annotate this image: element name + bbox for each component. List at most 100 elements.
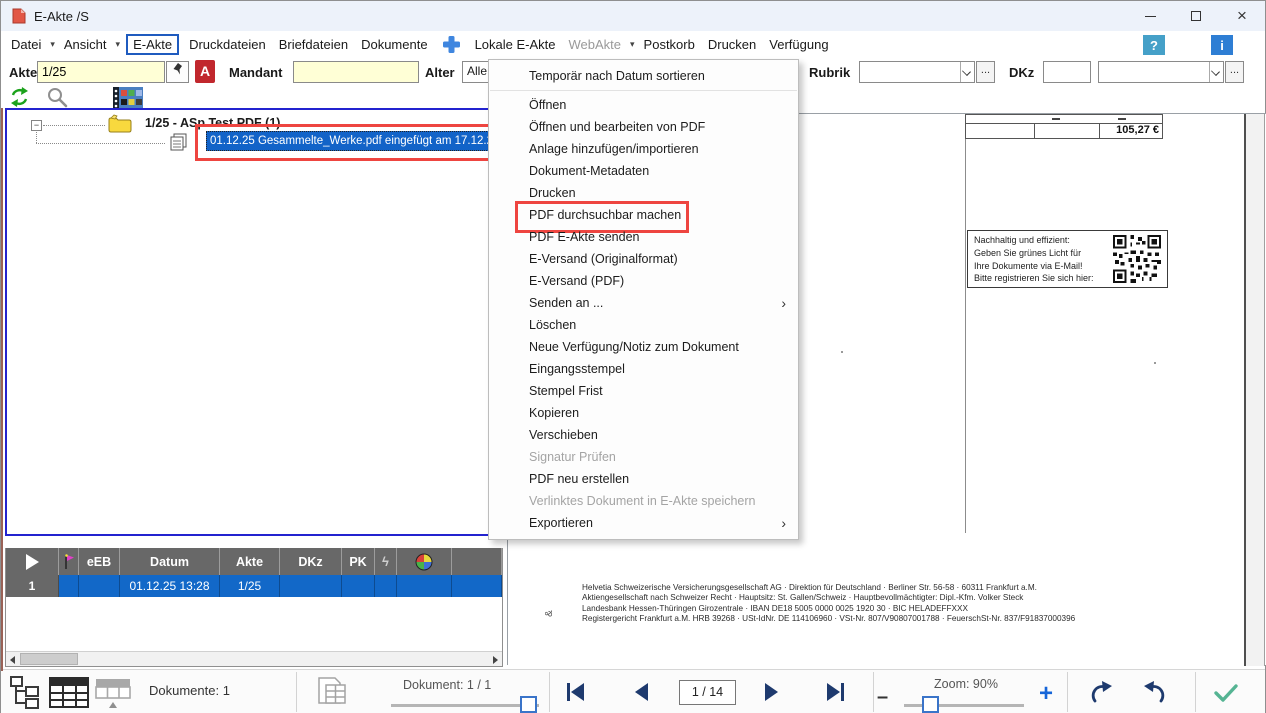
qr-text-line: Nachhaltig und effizient: (974, 234, 1094, 247)
rotate-left-button[interactable] (1141, 681, 1167, 708)
context-menu-item[interactable]: E-Versand (PDF) (489, 270, 798, 292)
page-indicator[interactable]: 1 / 14 (679, 680, 736, 705)
menu-item-lokale-e-akte[interactable]: Lokale E-Akte (475, 37, 556, 52)
zoom-slider-handle[interactable] (922, 696, 939, 713)
context-menu-item[interactable]: Senden an ...› (489, 292, 798, 314)
column-header-dkz[interactable]: DKz (280, 548, 342, 575)
mandant-input[interactable] (293, 61, 419, 83)
table-view-button[interactable] (49, 677, 89, 711)
menu-item-webakte[interactable]: WebAkte (569, 37, 622, 52)
context-menu-item[interactable]: Verschieben (489, 424, 798, 446)
maximize-button[interactable] (1173, 1, 1219, 31)
column-header-datum[interactable]: Datum (120, 548, 220, 575)
table-row[interactable]: 1 01.12.25 13:281/25 (6, 575, 502, 597)
context-menu-item[interactable]: Neue Verfügung/Notiz zum Dokument (489, 336, 798, 358)
collapse-icon[interactable]: − (31, 120, 42, 131)
last-page-button[interactable] (827, 683, 844, 701)
table-cell[interactable] (342, 575, 375, 597)
chevron-down-icon[interactable] (960, 62, 974, 82)
context-menu-item[interactable]: Exportieren› (489, 512, 798, 534)
minimize-button[interactable] (1127, 1, 1173, 31)
column-header[interactable] (6, 548, 59, 575)
table-cell[interactable] (280, 575, 342, 597)
preview-layout-button[interactable] (95, 678, 131, 713)
context-menu-item[interactable]: Kopieren (489, 402, 798, 424)
chevron-down-icon[interactable]: ▾ (630, 39, 635, 50)
pin-button[interactable] (166, 61, 189, 83)
submenu-arrow-icon: › (781, 292, 786, 314)
column-header-akte[interactable]: Akte (220, 548, 280, 575)
chevron-down-icon[interactable]: ▾ (116, 39, 121, 50)
rubrik-more-button[interactable]: ... (976, 61, 995, 83)
column-header-eeb[interactable]: eEB (79, 548, 120, 575)
column-header-pk[interactable]: PK (342, 548, 375, 575)
context-menu-item[interactable]: Anlage hinzufügen/importieren (489, 138, 798, 160)
menu-item-postkorb[interactable]: Postkorb (644, 37, 695, 52)
table-cell[interactable] (397, 575, 452, 597)
zoom-out-button[interactable]: – (877, 686, 888, 709)
first-page-button[interactable] (567, 683, 584, 701)
chevron-down-icon[interactable]: ▾ (50, 39, 55, 50)
column-header[interactable]: ϟ (375, 548, 397, 575)
help-button[interactable]: ? (1143, 35, 1165, 55)
refresh-button[interactable] (9, 87, 30, 110)
table-cell[interactable] (79, 575, 120, 597)
annotation-highlight-box (195, 124, 499, 161)
table-cell[interactable]: 1/25 (220, 575, 280, 597)
column-header[interactable] (452, 548, 502, 575)
context-menu-item[interactable]: E-Versand (Originalformat) (489, 248, 798, 270)
table-cell[interactable]: 1 (6, 575, 59, 597)
context-menu-item[interactable]: Temporär nach Datum sortieren (489, 65, 798, 87)
context-menu-item: Verlinktes Dokument in E-Akte speichern (489, 490, 798, 512)
rotate-right-button[interactable] (1089, 681, 1115, 708)
close-button[interactable]: × (1219, 1, 1265, 31)
context-menu-item[interactable]: Löschen (489, 314, 798, 336)
context-menu-item[interactable]: PDF neu erstellen (489, 468, 798, 490)
dkz-input[interactable] (1043, 61, 1091, 83)
dkz-more-button[interactable]: ... (1225, 61, 1244, 83)
menu-item-drucken[interactable]: Drucken (708, 37, 756, 52)
document-slider[interactable] (391, 704, 539, 707)
context-menu-item[interactable]: Öffnen (489, 94, 798, 116)
menu-item-e-akte[interactable]: E-Akte (126, 34, 179, 55)
menu-item-briefdateien[interactable]: Briefdateien (279, 37, 348, 52)
tree-view-button[interactable] (9, 676, 41, 712)
document-slider-handle[interactable] (520, 696, 537, 713)
info-button[interactable]: i (1211, 35, 1233, 55)
table-cell[interactable] (59, 575, 79, 597)
menu-item-druckdateien[interactable]: Druckdateien (189, 37, 266, 52)
context-menu-item[interactable]: PDF durchsuchbar machen (489, 204, 798, 226)
context-menu-item[interactable]: Dokument-Metadaten (489, 160, 798, 182)
zoom-in-button[interactable]: + (1039, 680, 1053, 708)
scrollbar-thumb[interactable] (20, 653, 78, 665)
column-header[interactable] (397, 548, 452, 575)
rubrik-select[interactable] (859, 61, 975, 83)
acrobat-a-icon[interactable]: A (195, 60, 215, 83)
table-cell[interactable] (452, 575, 502, 597)
menu-item-datei[interactable]: Datei (11, 37, 41, 52)
context-menu-item[interactable]: Stempel Frist (489, 380, 798, 402)
table-view-icon (49, 677, 89, 708)
table-cell[interactable]: 01.12.25 13:28 (120, 575, 220, 597)
menu-item-dokumente[interactable]: Dokumente (361, 37, 427, 52)
akte-input[interactable] (37, 61, 165, 83)
menu-item-ansicht[interactable]: Ansicht (64, 37, 107, 52)
plus-icon[interactable] (443, 36, 460, 53)
pie-icon (415, 553, 433, 571)
column-header[interactable] (59, 548, 79, 575)
page-grid-button[interactable] (317, 677, 347, 711)
menu-item-verf-gung[interactable]: Verfügung (769, 37, 828, 52)
margin-mark: & (544, 610, 555, 617)
chevron-down-icon[interactable] (1209, 62, 1223, 82)
dkz-select[interactable] (1098, 61, 1224, 83)
horizontal-scrollbar[interactable] (6, 651, 502, 666)
next-page-button[interactable] (765, 683, 778, 701)
context-menu-item[interactable]: Eingangsstempel (489, 358, 798, 380)
table-cell[interactable] (375, 575, 397, 597)
scroll-right-icon[interactable] (493, 656, 498, 664)
scroll-left-icon[interactable] (10, 656, 15, 664)
confirm-button[interactable] (1213, 683, 1239, 706)
previous-page-button[interactable] (635, 683, 648, 701)
context-menu-item[interactable]: Öffnen und bearbeiten von PDF (489, 116, 798, 138)
context-menu-item[interactable]: PDF E-Akte senden (489, 226, 798, 248)
